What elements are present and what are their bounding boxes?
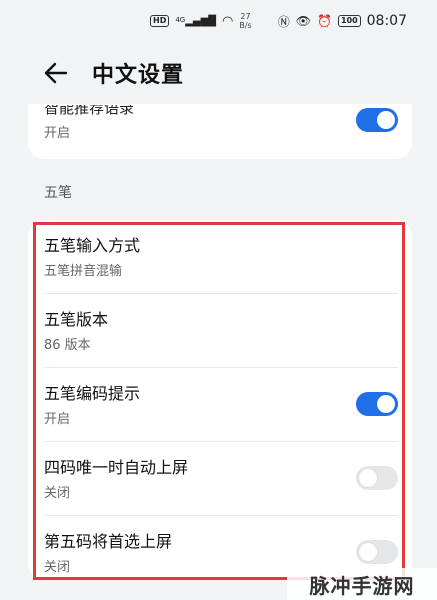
status-bar-left: HD 4G▂▄▆█ ◠ 27 B/s: [150, 12, 252, 30]
wubi-input-mode-row[interactable]: 五笔输入方式 五笔拼音混输: [28, 220, 412, 294]
back-arrow-icon[interactable]: [42, 59, 70, 87]
nfc-icon: Ⓝ: [277, 14, 290, 29]
wubi-version-row[interactable]: 五笔版本 86 版本: [28, 294, 412, 368]
page-title: 中文设置: [92, 63, 185, 88]
network-speed: 27 B/s: [239, 12, 252, 30]
toggle-knob: [359, 543, 377, 561]
status-bar: HD 4G▂▄▆█ ◠ 27 B/s Ⓝ 👁 ⏰ 100 08:07: [0, 0, 437, 42]
row-subtitle: 86 版本: [44, 338, 91, 353]
row-subtitle: 开启: [44, 126, 71, 141]
battery-indicator: 100: [337, 15, 361, 27]
four-code-auto-commit-toggle[interactable]: [356, 466, 398, 490]
alarm-icon: ⏰: [316, 14, 332, 28]
toggle-knob: [359, 469, 377, 487]
wubi-code-hint-toggle[interactable]: [356, 392, 398, 416]
row-title: 五笔编码提示: [44, 384, 141, 403]
row-subtitle: 开启: [44, 412, 71, 427]
fifth-code-commit-first-toggle[interactable]: [356, 540, 398, 564]
toggle-knob: [377, 111, 395, 129]
row-title: 第五码将首选上屏: [44, 532, 173, 551]
smart-phrase-toggle[interactable]: [356, 108, 398, 132]
status-bar-right: Ⓝ 👁 ⏰ 100 08:07: [278, 13, 407, 30]
row-title: 四码唯一时自动上屏: [44, 458, 189, 477]
row-subtitle: 关闭: [44, 560, 71, 575]
wubi-settings-card: 五笔输入方式 五笔拼音混输 五笔版本 86 版本 五笔编码提示 开启 四码唯一时…: [28, 220, 412, 580]
wubi-code-hint-row[interactable]: 五笔编码提示 开启: [28, 368, 412, 442]
watermark: 脉冲手游网: [287, 568, 437, 600]
row-title: 五笔输入方式: [44, 236, 141, 255]
smart-phrase-card[interactable]: 智能推荐语录 开启: [28, 104, 412, 159]
eye-comfort-icon: 👁: [295, 14, 311, 28]
clock: 08:07: [366, 13, 407, 29]
row-title: 五笔版本: [44, 310, 109, 329]
wifi-icon: ◠: [222, 13, 234, 29]
row-subtitle: 关闭: [44, 486, 71, 501]
signal-icon: 4G▂▄▆█: [175, 15, 216, 27]
four-code-auto-commit-row[interactable]: 四码唯一时自动上屏 关闭: [28, 442, 412, 516]
toggle-knob: [377, 395, 395, 413]
row-subtitle: 五笔拼音混输: [44, 264, 123, 279]
section-label-wubi: 五笔: [44, 185, 72, 201]
row-title: 智能推荐语录: [44, 99, 135, 117]
app-header: 中文设置: [0, 48, 437, 98]
hd-badge: HD: [150, 15, 170, 27]
